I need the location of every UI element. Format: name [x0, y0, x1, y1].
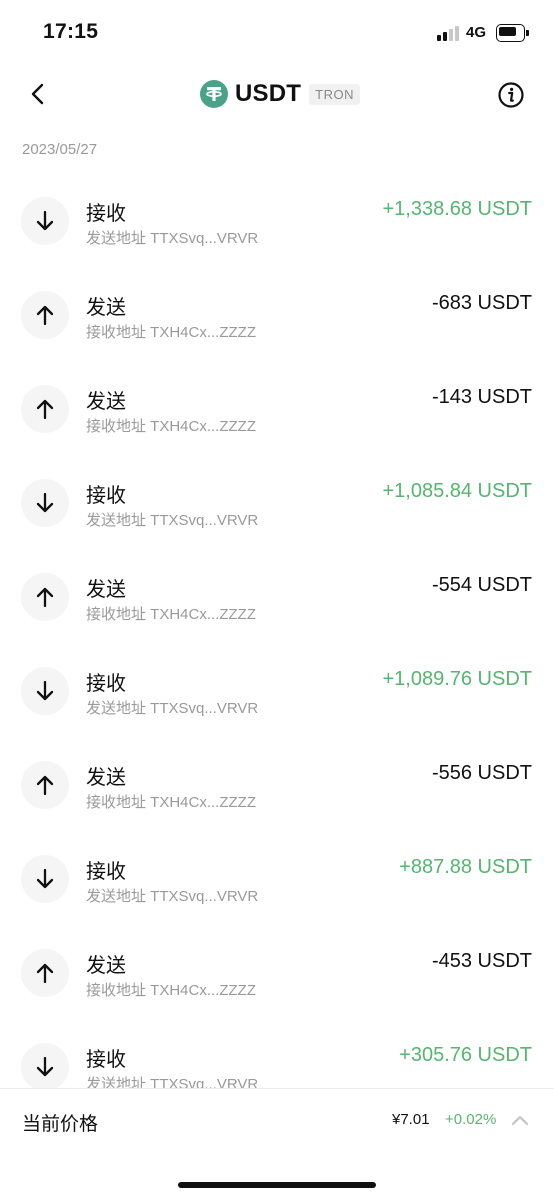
transaction-amount: -143 USDT [431, 386, 532, 408]
transaction-amount: +887.88 USDT [399, 856, 532, 878]
battery-icon [496, 24, 529, 42]
chevron-up-icon [511, 1115, 529, 1126]
transaction-address: 接收地址 TXH4Cx...ZZZZ [86, 606, 256, 623]
transaction-address: 接收地址 TXH4Cx...ZZZZ [86, 982, 256, 999]
receive-arrow-icon [21, 197, 69, 245]
home-indicator[interactable] [178, 1182, 376, 1188]
receive-arrow-icon [21, 667, 69, 715]
transaction-item[interactable]: 发送 接收地址 TXH4Cx...ZZZZ -143 USDT [0, 360, 554, 454]
send-arrow-icon [21, 573, 69, 621]
transaction-item[interactable]: 接收 发送地址 TTXSvq...VRVR +1,089.76 USDT [0, 642, 554, 736]
price-value: ¥7.01 [392, 1111, 430, 1128]
transaction-type: 接收 [86, 1049, 126, 1071]
transaction-type: 发送 [86, 297, 126, 319]
back-button[interactable] [22, 78, 54, 110]
status-time: 17:15 [43, 20, 99, 43]
page-title: USDT [235, 80, 302, 107]
transaction-amount: -683 USDT [431, 292, 532, 314]
date-header: 2023/05/27 [22, 141, 98, 158]
receive-arrow-icon [21, 479, 69, 527]
transaction-type: 发送 [86, 767, 126, 789]
price-label: 当前价格 [22, 1114, 99, 1135]
price-bar[interactable]: 当前价格 ¥7.01 +0.02% [0, 1088, 554, 1200]
send-arrow-icon [21, 385, 69, 433]
transaction-type: 发送 [86, 955, 126, 977]
transaction-amount: -453 USDT [431, 950, 532, 972]
chain-badge: TRON [309, 83, 360, 105]
transaction-address: 接收地址 TXH4Cx...ZZZZ [86, 418, 256, 435]
transaction-item[interactable]: 发送 接收地址 TXH4Cx...ZZZZ -556 USDT [0, 736, 554, 830]
transaction-item[interactable]: 接收 发送地址 TTXSvq...VRVR +887.88 USDT [0, 830, 554, 924]
status-bar: 17:15 4G [0, 0, 554, 66]
transaction-address: 发送地址 TTXSvq...VRVR [86, 888, 259, 905]
transaction-amount: +1,085.84 USDT [382, 480, 532, 502]
receive-arrow-icon [21, 1043, 69, 1091]
transaction-item[interactable]: 发送 接收地址 TXH4Cx...ZZZZ -683 USDT [0, 266, 554, 360]
nav-header: USDT TRON [0, 70, 554, 118]
transaction-amount: +1,089.76 USDT [382, 668, 532, 690]
transaction-amount: -556 USDT [431, 762, 532, 784]
send-arrow-icon [21, 761, 69, 809]
transaction-amount: -554 USDT [431, 574, 532, 596]
transaction-type: 接收 [86, 861, 126, 883]
send-arrow-icon [21, 949, 69, 997]
send-arrow-icon [21, 291, 69, 339]
transaction-item[interactable]: 接收 发送地址 TTXSvq...VRVR +1,085.84 USDT [0, 454, 554, 548]
transaction-item[interactable]: 发送 接收地址 TXH4Cx...ZZZZ -554 USDT [0, 548, 554, 642]
transaction-type: 接收 [86, 203, 126, 225]
price-change: +0.02% [445, 1111, 497, 1128]
receive-arrow-icon [21, 855, 69, 903]
chevron-left-icon [31, 83, 44, 105]
transaction-address: 接收地址 TXH4Cx...ZZZZ [86, 794, 256, 811]
transaction-address: 接收地址 TXH4Cx...ZZZZ [86, 324, 256, 341]
transaction-address: 发送地址 TTXSvq...VRVR [86, 230, 259, 247]
tether-logo-icon [200, 80, 228, 108]
info-button[interactable] [497, 81, 525, 109]
transaction-item[interactable]: 接收 发送地址 TTXSvq...VRVR +1,338.68 USDT [0, 172, 554, 266]
transaction-type: 接收 [86, 485, 126, 507]
transaction-type: 发送 [86, 579, 126, 601]
transaction-type: 发送 [86, 391, 126, 413]
expand-button[interactable] [509, 1111, 531, 1129]
transaction-amount: +1,338.68 USDT [382, 198, 532, 220]
title-group: USDT TRON [200, 78, 360, 110]
info-circle-icon [498, 82, 524, 108]
transaction-amount: +305.76 USDT [399, 1044, 532, 1066]
signal-icon [437, 26, 463, 41]
transaction-item[interactable]: 发送 接收地址 TXH4Cx...ZZZZ -453 USDT [0, 924, 554, 1018]
network-type: 4G [466, 24, 487, 41]
transaction-address: 发送地址 TTXSvq...VRVR [86, 700, 259, 717]
transaction-type: 接收 [86, 673, 126, 695]
transaction-address: 发送地址 TTXSvq...VRVR [86, 512, 259, 529]
